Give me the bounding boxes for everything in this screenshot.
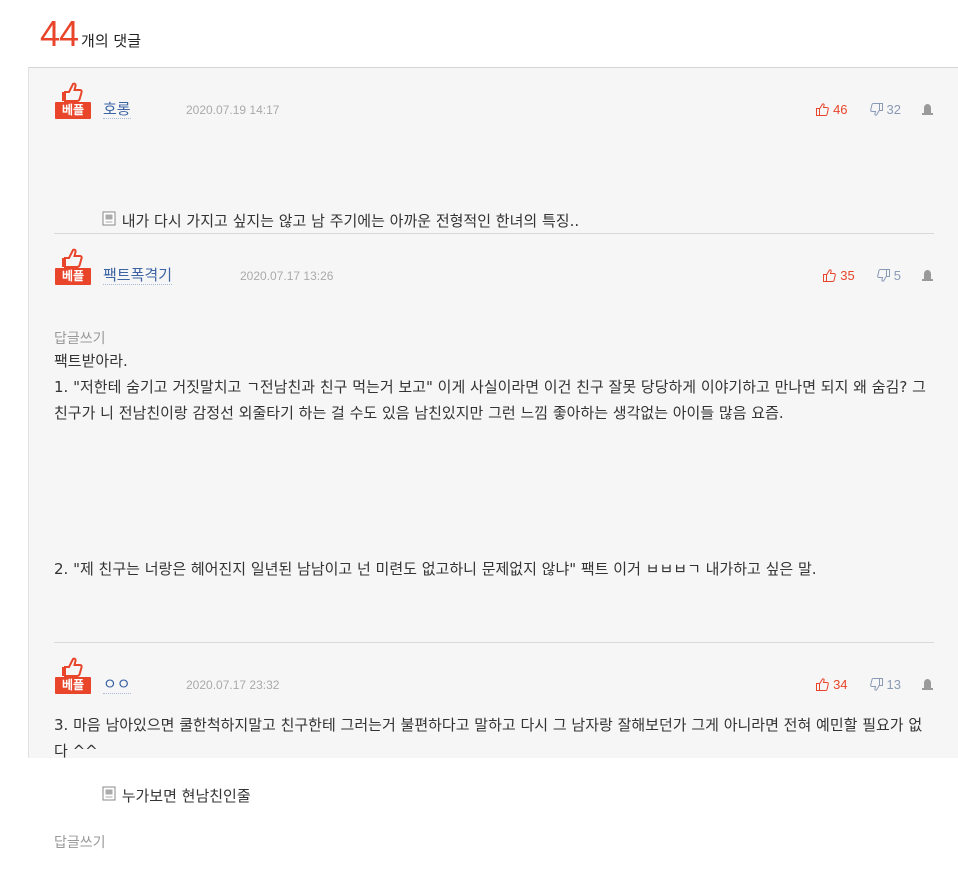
comment-meta: 베플 팩트폭격기 2020.07.17 13:26 35 5 <box>54 246 934 290</box>
thumbs-down-icon <box>876 269 890 282</box>
best-badge-label: 베플 <box>55 268 91 285</box>
downvote-button[interactable]: 32 <box>869 102 901 117</box>
best-badge-label: 베플 <box>55 102 91 119</box>
comment-paragraph: 2. "제 친구는 너랑은 헤어진지 일년된 남남이고 넌 미련도 없고하니 문… <box>54 560 817 578</box>
comment-count-header: 44 개의 댓글 <box>40 14 141 54</box>
comment-divider <box>54 233 934 234</box>
comment-text: 내가 다시 가지고 싶지는 않고 남 주기에는 아까운 전형적인 한녀의 특징.… <box>121 212 580 230</box>
report-button[interactable] <box>921 103 934 116</box>
best-badge: 베플 <box>54 655 92 694</box>
downvote-button[interactable]: 5 <box>876 268 901 283</box>
thumbs-up-icon <box>62 248 83 268</box>
best-badge: 베플 <box>54 80 92 119</box>
upvote-count: 35 <box>840 268 855 283</box>
mobile-post-icon <box>54 757 116 835</box>
thumbs-down-icon <box>869 103 883 116</box>
thumbs-up-icon <box>823 269 837 282</box>
vote-group: 34 13 <box>794 677 934 692</box>
comment-date: 2020.07.19 14:17 <box>186 103 280 117</box>
comment-body: 누가보면 현남친인줄 <box>54 705 934 887</box>
best-badge: 베플 <box>54 246 92 285</box>
siren-report-icon <box>922 270 933 281</box>
thumbs-up-icon <box>816 678 829 691</box>
downvote-count: 32 <box>886 102 901 117</box>
thumbs-down-icon <box>869 678 883 691</box>
downvote-count: 13 <box>886 677 901 692</box>
comment-author[interactable]: 팩트폭격기 <box>103 266 173 285</box>
comment-count-label: 개의 댓글 <box>81 32 142 50</box>
comment-date: 2020.07.17 23:32 <box>186 678 280 692</box>
comment-item: 베플 ㅇㅇ 2020.07.17 23:32 34 13 누가보면 현남친인줄 <box>54 655 934 887</box>
upvote-button[interactable]: 46 <box>816 102 848 117</box>
comment-paragraph: 팩트받아라. 1. "저한테 숨기고 거짓말치고 ㄱ전남친과 친구 먹는거 보고… <box>54 352 926 422</box>
best-badge-label: 베플 <box>55 677 91 694</box>
comment-author[interactable]: 호롱 <box>103 100 131 119</box>
report-button[interactable] <box>921 269 934 282</box>
upvote-count: 46 <box>833 102 848 117</box>
siren-report-icon <box>922 104 933 115</box>
comment-meta: 베플 호롱 2020.07.19 14:17 46 32 <box>54 80 934 124</box>
thumbs-up-icon <box>816 103 829 116</box>
upvote-button[interactable]: 34 <box>816 677 848 692</box>
vote-group: 35 5 <box>801 268 934 283</box>
comment-meta: 베플 ㅇㅇ 2020.07.17 23:32 34 13 <box>54 655 934 699</box>
comment-count: 44 <box>40 13 79 54</box>
report-button[interactable] <box>921 678 934 691</box>
comment-author[interactable]: ㅇㅇ <box>103 675 131 694</box>
siren-report-icon <box>922 679 933 690</box>
downvote-button[interactable]: 13 <box>869 677 901 692</box>
best-comments-panel: 베플 호롱 2020.07.19 14:17 46 32 내가 다시 가지고 싶… <box>28 67 958 851</box>
comment-text: 누가보면 현남친인줄 <box>121 787 251 805</box>
thumbs-up-icon <box>62 657 83 677</box>
upvote-button[interactable]: 35 <box>823 268 855 283</box>
thumbs-up-icon <box>62 82 83 102</box>
vote-group: 46 32 <box>794 102 934 117</box>
comment-date: 2020.07.17 13:26 <box>240 269 334 283</box>
comment-paragraph <box>54 478 934 504</box>
comment-divider <box>54 642 934 643</box>
downvote-count: 5 <box>893 268 901 283</box>
upvote-count: 34 <box>833 677 848 692</box>
